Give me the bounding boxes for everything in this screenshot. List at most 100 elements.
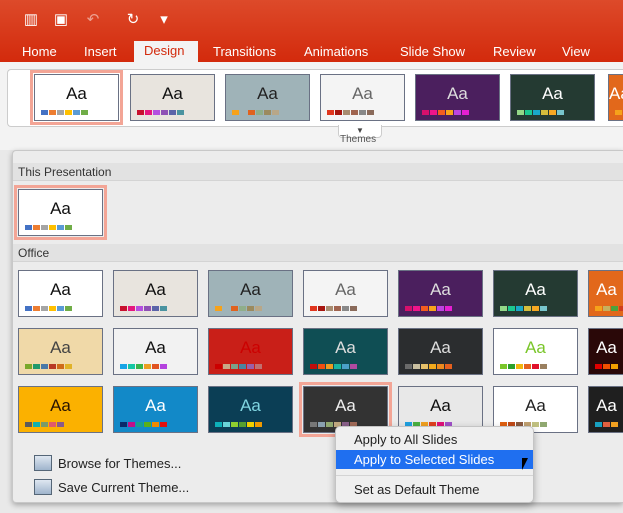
slides-icon[interactable]: ▥ [22, 10, 40, 30]
theme-thumbnail[interactable]: Aa [493, 328, 578, 375]
color-swatch [144, 422, 151, 427]
color-swatch [342, 364, 349, 369]
color-swatch [65, 225, 72, 230]
theme-thumbnail[interactable]: Aa [18, 328, 103, 375]
theme-thumbnail[interactable]: Aa [18, 270, 103, 317]
redo-icon[interactable]: ↻ [124, 10, 142, 30]
tab-review[interactable]: Review [487, 42, 542, 62]
color-swatch [25, 364, 32, 369]
theme-sample-text: Aa [335, 280, 356, 299]
color-swatch [326, 364, 333, 369]
color-swatch [49, 422, 56, 427]
theme-thumbnail[interactable]: Aa [510, 74, 595, 121]
menu-apply-selected[interactable]: Apply to Selected Slides [336, 450, 533, 469]
theme-thumbnail[interactable]: Aa [398, 328, 483, 375]
theme-thumbnail[interactable]: Aa [130, 74, 215, 121]
theme-thumbnail[interactable]: Aa [208, 386, 293, 433]
theme-sample-text: Aa [430, 280, 451, 299]
color-swatch [603, 422, 610, 427]
color-swatch [335, 110, 342, 115]
save-icon[interactable]: ▣ [52, 10, 70, 30]
theme-thumbnail[interactable]: Aa [415, 74, 500, 121]
theme-thumbnail[interactable]: Aa [588, 270, 623, 317]
color-swatch [540, 364, 547, 369]
color-swatch [25, 225, 32, 230]
color-swatch [120, 422, 127, 427]
color-swatch [549, 110, 556, 115]
tab-home[interactable]: Home [16, 42, 63, 62]
color-swatch [256, 110, 263, 115]
tab-view[interactable]: View [556, 42, 596, 62]
save-theme-button[interactable]: Save Current Theme... [34, 479, 189, 495]
theme-sample-text: Aa [50, 396, 71, 415]
theme-thumbnail[interactable]: Aa [208, 328, 293, 375]
color-swatch [326, 306, 333, 311]
color-swatches [215, 364, 263, 369]
theme-thumbnail[interactable]: Aa [225, 74, 310, 121]
menu-apply-all[interactable]: Apply to All Slides [336, 430, 533, 449]
color-swatch [533, 110, 540, 115]
color-swatch [438, 110, 445, 115]
menu-set-default[interactable]: Set as Default Theme [336, 480, 533, 499]
theme-thumbnail[interactable]: Aa [208, 270, 293, 317]
theme-thumbnail[interactable]: Aa [18, 386, 103, 433]
color-swatch [49, 225, 56, 230]
theme-thumbnail[interactable]: Aa [14, 185, 107, 240]
theme-thumbnail[interactable]: Aa [588, 386, 623, 433]
color-swatch [343, 110, 350, 115]
color-swatch [595, 364, 602, 369]
tab-slide-show[interactable]: Slide Show [394, 42, 471, 62]
color-swatch [231, 422, 238, 427]
color-swatch [223, 422, 230, 427]
color-swatch [445, 306, 452, 311]
color-swatch [517, 110, 524, 115]
color-swatch [65, 306, 72, 311]
tab-insert[interactable]: Insert [78, 42, 123, 62]
color-swatches [25, 422, 65, 427]
tab-transitions[interactable]: Transitions [207, 42, 282, 62]
theme-sample-text: Aa [447, 84, 468, 103]
color-swatch [41, 110, 48, 115]
theme-thumbnail[interactable]: Aa [588, 328, 623, 375]
color-swatch [327, 110, 334, 115]
color-swatch [144, 306, 151, 311]
tab-animations[interactable]: Animations [298, 42, 374, 62]
theme-thumbnail[interactable]: Aa [113, 328, 198, 375]
undo-icon[interactable]: ↶ [84, 10, 102, 30]
folder-icon [34, 455, 52, 471]
theme-thumbnail[interactable]: Aa [608, 74, 623, 121]
color-swatches [137, 110, 185, 115]
color-swatch [215, 422, 222, 427]
color-swatch [350, 364, 357, 369]
color-swatch [239, 422, 246, 427]
color-swatch [247, 422, 254, 427]
theme-thumbnail[interactable]: Aa [303, 270, 388, 317]
theme-sample-text: Aa [609, 84, 623, 103]
theme-sample-text: Aa [596, 396, 617, 415]
color-swatch [421, 364, 428, 369]
theme-thumbnail[interactable]: Aa [398, 270, 483, 317]
theme-thumbnail[interactable]: Aa [30, 70, 123, 125]
color-swatch [508, 306, 515, 311]
color-swatch [318, 364, 325, 369]
mouse-cursor-icon [522, 458, 528, 470]
color-swatch [532, 422, 539, 427]
customize-icon[interactable]: ▾ [155, 10, 173, 30]
theme-sample-text: Aa [525, 338, 546, 357]
color-swatch [240, 110, 247, 115]
browse-themes-button[interactable]: Browse for Themes... [34, 455, 181, 471]
tab-design[interactable]: Design [134, 41, 198, 63]
color-swatches [215, 422, 263, 427]
color-swatch [413, 364, 420, 369]
color-swatches [595, 422, 619, 427]
color-swatches [310, 364, 358, 369]
theme-thumbnail[interactable]: Aa [303, 328, 388, 375]
color-swatch [350, 306, 357, 311]
color-swatch [540, 306, 547, 311]
theme-thumbnail[interactable]: Aa [113, 386, 198, 433]
color-swatch [232, 110, 239, 115]
theme-thumbnail[interactable]: Aa [493, 270, 578, 317]
theme-thumbnail[interactable]: Aa [113, 270, 198, 317]
color-swatch [611, 306, 618, 311]
theme-thumbnail[interactable]: Aa [320, 74, 405, 121]
